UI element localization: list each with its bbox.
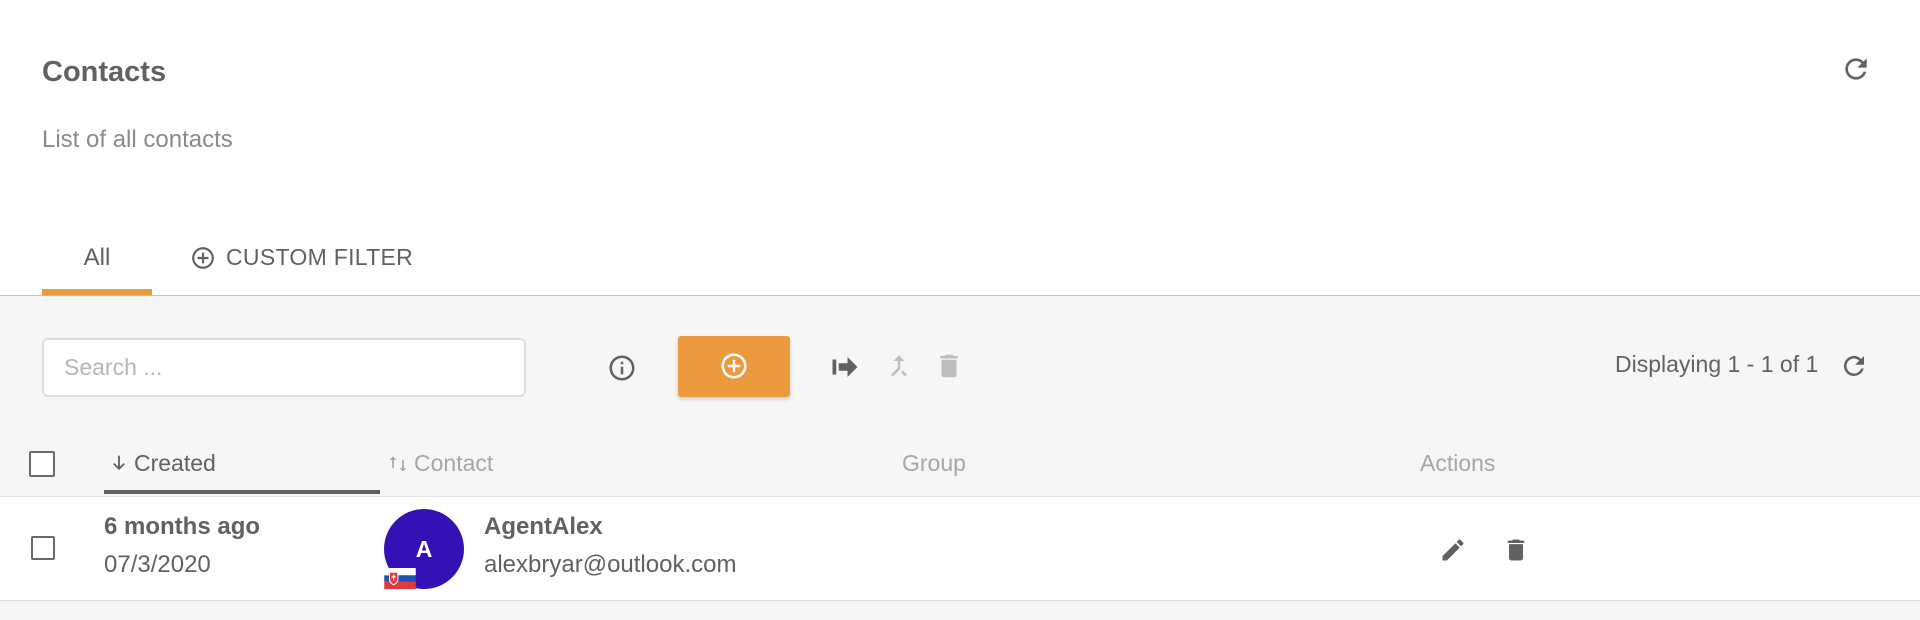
row-checkbox[interactable]: [31, 536, 55, 560]
column-header-created[interactable]: Created: [104, 448, 380, 496]
page-header: Contacts List of all contacts All CUSTOM…: [0, 0, 1920, 296]
column-header-contact-label: Contact: [414, 450, 494, 476]
info-icon[interactable]: [607, 353, 637, 383]
search-box[interactable]: [42, 338, 526, 397]
column-header-created-label: Created: [134, 450, 216, 476]
sort-icon: [389, 456, 407, 472]
add-contact-button[interactable]: [678, 336, 790, 397]
tab-all[interactable]: All: [42, 226, 152, 296]
created-date: 07/3/2020: [104, 551, 211, 578]
tab-all-label: All: [83, 244, 111, 271]
page-subtitle: List of all contacts: [42, 126, 233, 153]
arrow-down-icon: [113, 455, 125, 471]
trash-icon[interactable]: [1502, 535, 1530, 565]
merge-icon[interactable]: [884, 351, 914, 381]
tab-custom-filter[interactable]: CUSTOM FILTER: [190, 226, 420, 296]
contact-email: alexbryar@outlook.com: [484, 551, 737, 578]
page-title: Contacts: [42, 56, 167, 88]
slovakia-flag-icon: [384, 568, 416, 589]
column-header-actions: Actions: [1420, 450, 1496, 476]
refresh-icon[interactable]: [1839, 351, 1869, 381]
export-icon[interactable]: [830, 352, 860, 382]
select-all-checkbox[interactable]: [29, 451, 55, 477]
column-header-group: Group: [902, 450, 966, 476]
add-circle-outline-icon: [192, 247, 214, 269]
pagination-info: Displaying 1 - 1 of 1: [1615, 351, 1819, 377]
refresh-icon[interactable]: [1840, 53, 1872, 85]
created-relative: 6 months ago: [104, 513, 261, 540]
tab-custom-filter-label: CUSTOM FILTER: [226, 244, 414, 270]
search-input[interactable]: [44, 340, 524, 395]
table-row[interactable]: [0, 496, 1920, 601]
contact-name[interactable]: AgentAlex: [484, 513, 603, 541]
add-circle-icon: [721, 353, 747, 379]
trash-icon[interactable]: [934, 350, 964, 382]
sort-indicator: [104, 490, 380, 494]
edit-icon[interactable]: [1439, 536, 1467, 564]
